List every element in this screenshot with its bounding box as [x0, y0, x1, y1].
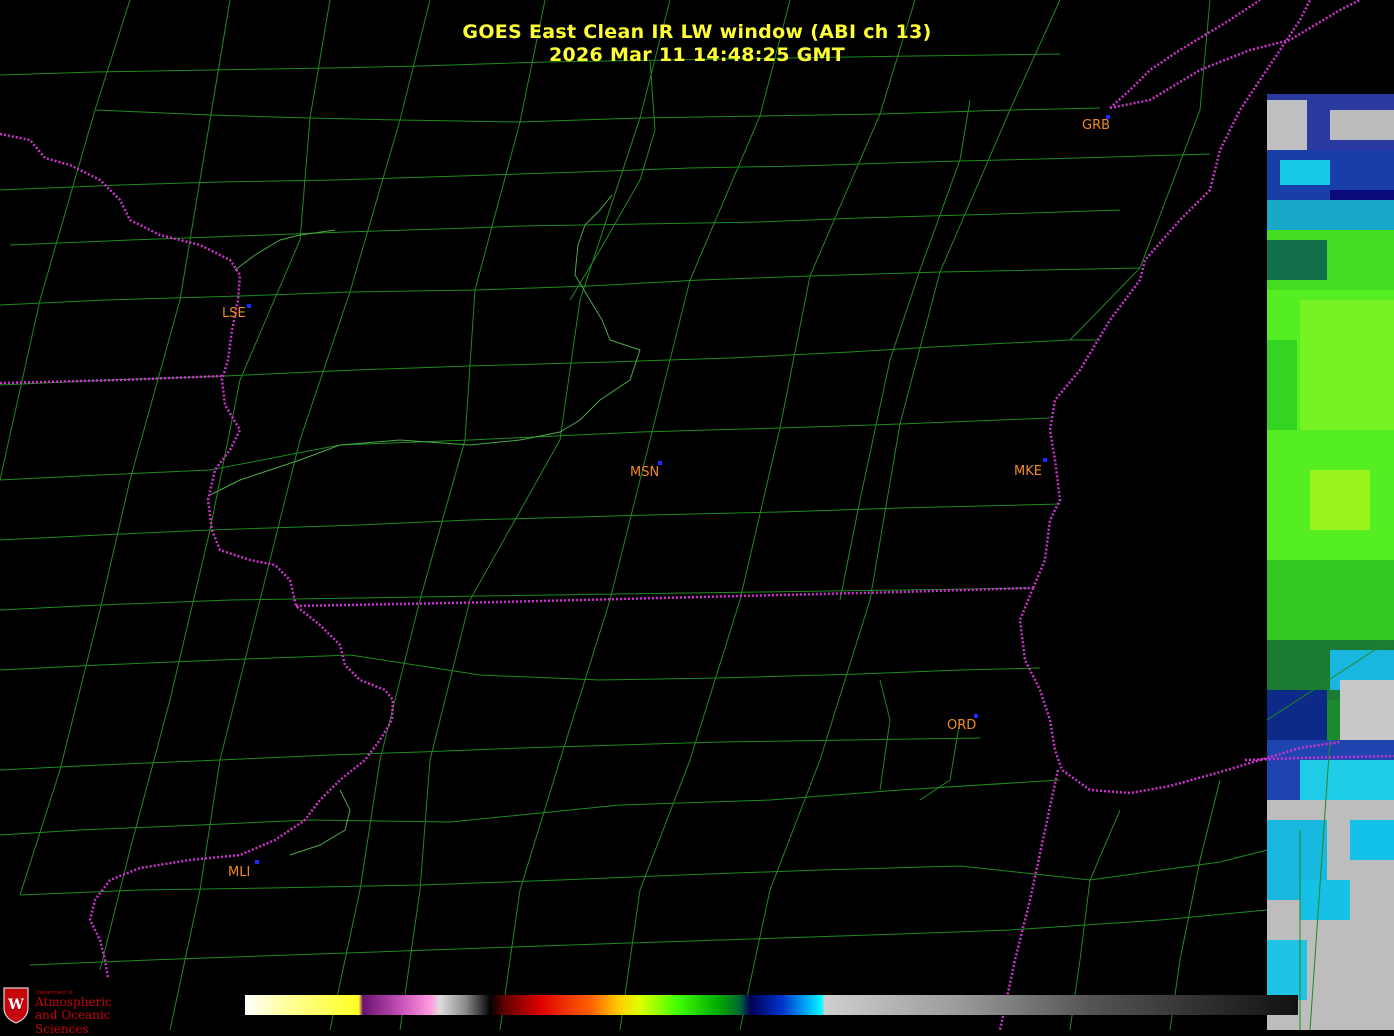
station-marker-lse [247, 304, 251, 308]
station-marker-mke [1043, 458, 1047, 462]
map-timestamp: 2026 Mar 11 14:48:25 GMT [548, 44, 846, 66]
map-title: GOES East Clean IR LW window (ABI ch 13) [462, 21, 932, 43]
station-marker-mli [255, 860, 259, 864]
station-label-mke: MKE [1014, 464, 1042, 479]
station-label-grb: GRB [1082, 118, 1111, 133]
uw-crest-icon: W [3, 987, 29, 1024]
aos-logo: W Department of Atmospheric and Oceanic … [2, 984, 162, 1036]
ir-imagery-strip [1267, 94, 1394, 1030]
logo-line2-text: and Oceanic Sciences [35, 1008, 111, 1036]
county-lines [0, 0, 1391, 1030]
color-scale-bar [245, 995, 1298, 1015]
satellite-map [0, 0, 1394, 1030]
logo-line1-text: Atmospheric [35, 995, 112, 1009]
station-label-ord: ORD [947, 718, 977, 733]
river-lines [209, 194, 641, 856]
svg-text:W: W [7, 997, 24, 1013]
station-label-msn: MSN [630, 465, 660, 480]
station-label-lse: LSE [222, 306, 246, 321]
station-label-mli: MLI [228, 865, 251, 880]
